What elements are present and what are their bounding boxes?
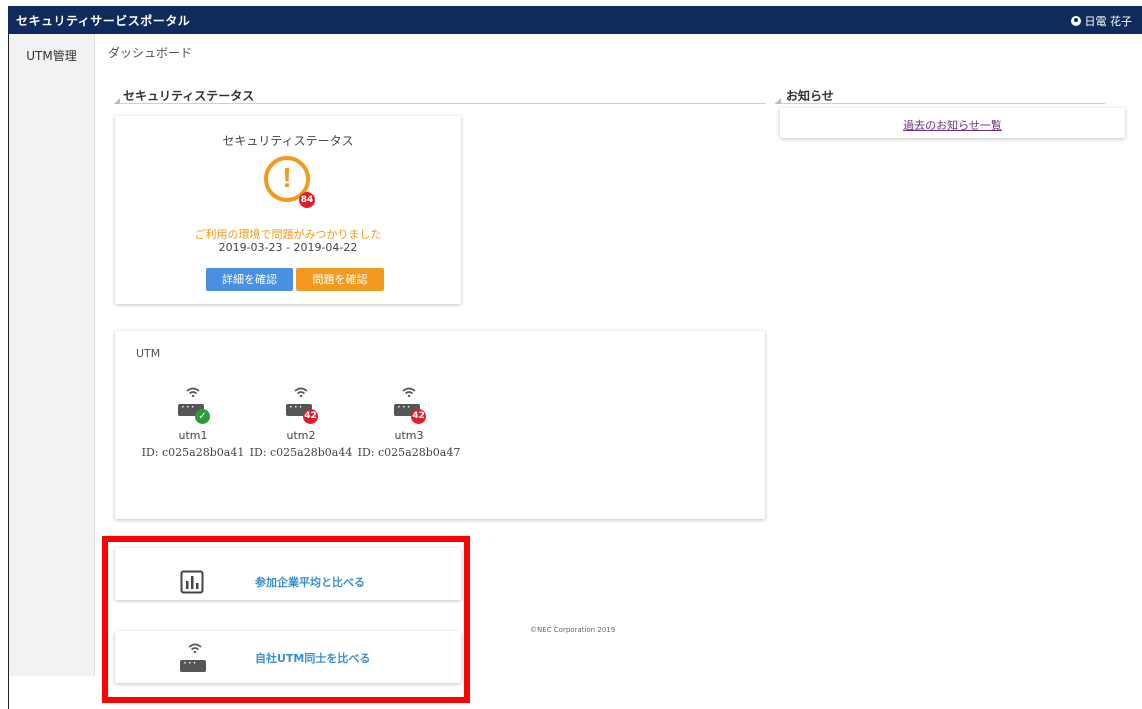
warning-mark: ! <box>282 162 292 193</box>
view-details-button[interactable]: 詳細を確認 <box>206 268 293 291</box>
user-menu[interactable]: 日電 花子 <box>1070 13 1133 29</box>
section-title: セキュリティステータス <box>123 89 255 103</box>
utm-device[interactable]: 42 utm3 ID: c025a28b0a47 <box>354 387 464 459</box>
router-status-icon: ✓ <box>178 387 210 424</box>
user-icon <box>1070 16 1081 26</box>
utm-device[interactable]: ✓ utm1 ID: c025a28b0a41 <box>138 387 248 459</box>
utm-card-label: UTM <box>136 347 161 360</box>
utm-id: ID: c025a28b0a44 <box>249 446 353 459</box>
utm-alert-badge: 42 <box>303 409 318 424</box>
section-header-news: お知らせ <box>775 87 1105 104</box>
highlight-box <box>102 536 470 703</box>
copyright: ©NEC Corporation 2019 <box>530 626 616 634</box>
utm-alert-badge: 42 <box>411 409 426 424</box>
utm-name: utm1 <box>178 429 208 442</box>
wifi-icon <box>186 387 200 397</box>
status-message: ご利用の環境で問題がみつかりました <box>194 228 382 241</box>
view-problems-button[interactable]: 問題を確認 <box>296 268 384 291</box>
section-title: お知らせ <box>786 89 834 103</box>
status-date-range: 2019-03-23 - 2019-04-22 <box>218 241 358 254</box>
app-title[interactable]: セキュリティサービスポータル <box>16 12 190 29</box>
breadcrumb: ダッシュボード <box>108 46 193 60</box>
section-corner-icon <box>114 98 120 104</box>
wifi-icon <box>294 387 308 397</box>
utm-name: utm2 <box>286 429 316 442</box>
utm-id: ID: c025a28b0a41 <box>141 446 245 459</box>
router-status-icon: 42 <box>394 387 426 424</box>
sidebar-item-utm[interactable]: UTM管理 <box>9 47 94 64</box>
issue-count-badge: 84 <box>299 192 315 208</box>
top-navbar: セキュリティサービスポータル 日電 花子 <box>8 6 1142 34</box>
news-card: 過去のお知らせ一覧 <box>780 108 1125 138</box>
status-card-title: セキュリティステータス <box>222 134 354 148</box>
utm-card: UTM ✓ utm1 ID: c025a28b0a41 42 utm2 ID: … <box>115 331 765 519</box>
router-status-icon: 42 <box>286 387 318 424</box>
utm-id: ID: c025a28b0a47 <box>357 446 461 459</box>
section-corner-icon <box>775 98 781 104</box>
utm-name: utm3 <box>394 429 424 442</box>
wifi-icon <box>402 387 416 397</box>
check-icon: ✓ <box>195 409 210 424</box>
utm-device[interactable]: 42 utm2 ID: c025a28b0a44 <box>246 387 356 459</box>
sidebar: UTM管理 <box>9 34 95 676</box>
past-news-link[interactable]: 過去のお知らせ一覧 <box>780 117 1125 133</box>
security-status-card: セキュリティステータス ! 84 ご利用の環境で問題がみつかりました 2019-… <box>115 116 461 304</box>
user-name: 日電 花子 <box>1084 15 1133 28</box>
section-header-security-status: セキュリティステータス <box>114 87 766 104</box>
